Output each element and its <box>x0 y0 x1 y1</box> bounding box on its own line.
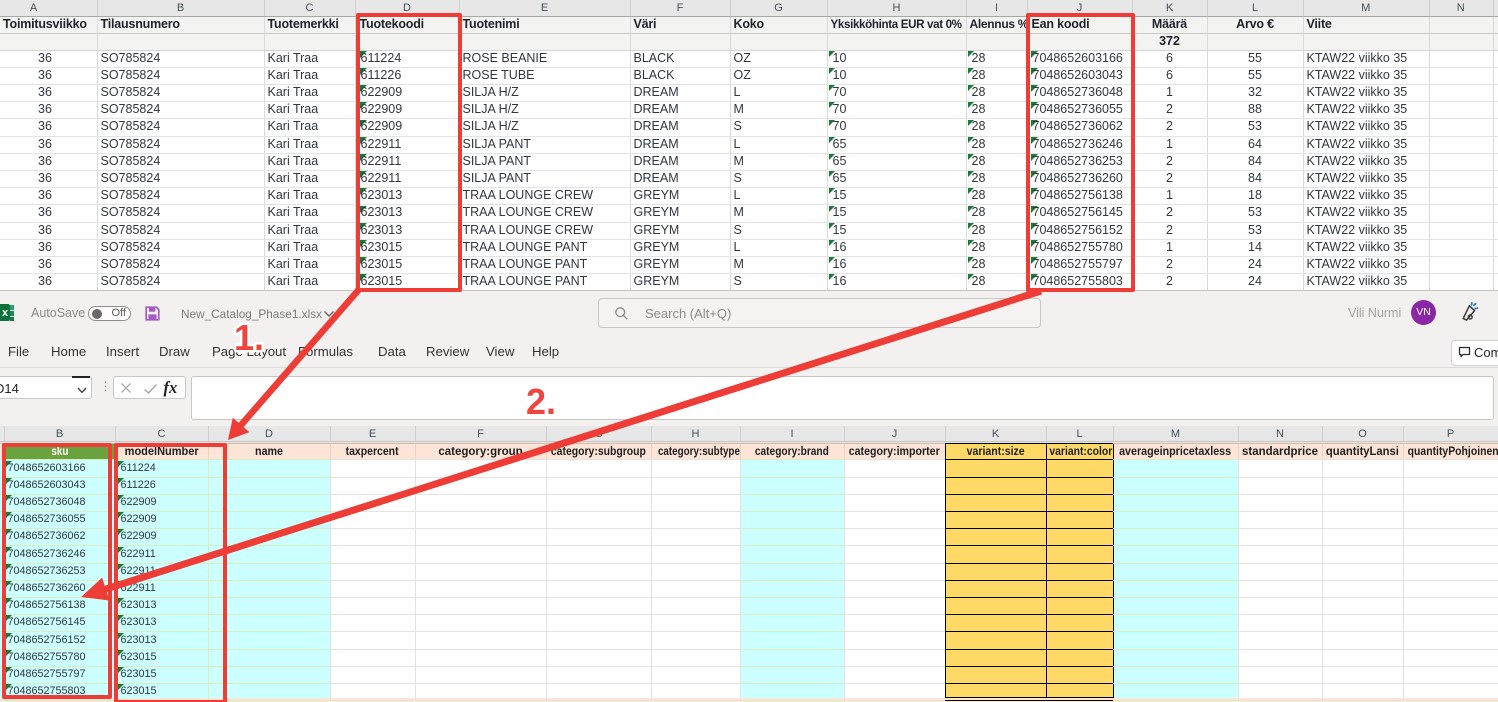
svg-text:2.: 2. <box>526 381 556 422</box>
svg-text:1.: 1. <box>234 317 264 358</box>
